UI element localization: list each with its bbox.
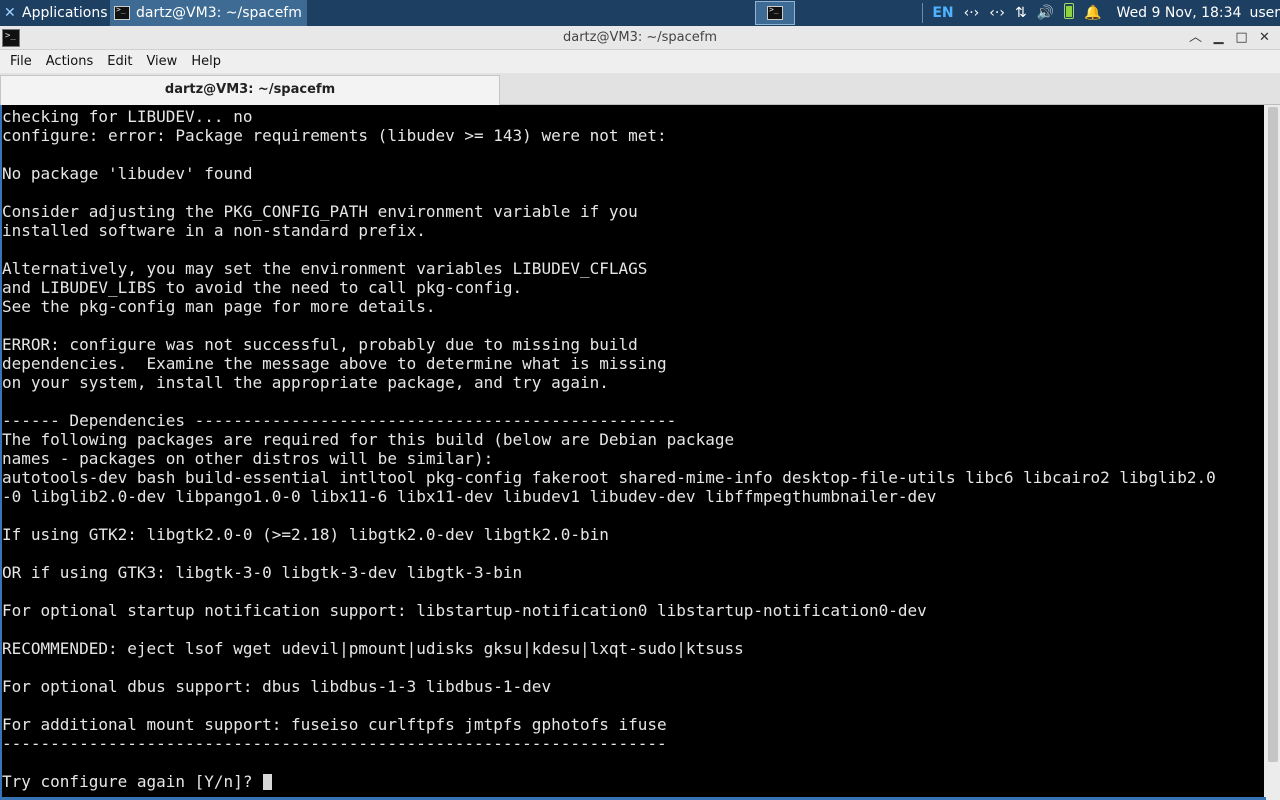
network-icon[interactable]: ‹·›: [964, 5, 980, 21]
top-panel: ✕ Applications dartz@VM3: ~/spacefm EN ‹…: [0, 0, 1280, 26]
terminal-line: For optional startup notification suppor…: [2, 601, 927, 620]
close-button[interactable]: ✕: [1253, 28, 1276, 48]
battery-icon[interactable]: [1064, 3, 1075, 23]
rollup-button[interactable]: ︿: [1184, 28, 1207, 48]
window-titlebar[interactable]: dartz@VM3: ~/spacefm ︿ ▁ □ ✕: [0, 26, 1280, 50]
window-title: dartz@VM3: ~/spacefm: [562, 30, 718, 45]
tab-terminal[interactable]: dartz@VM3: ~/spacefm: [0, 75, 500, 105]
network-transfer-icon[interactable]: ⇅: [1015, 5, 1027, 21]
terminal-line: on your system, install the appropriate …: [2, 373, 609, 392]
menu-actions[interactable]: Actions: [39, 54, 101, 69]
terminal-prompt: Try configure again [Y/n]?: [2, 772, 263, 791]
clock[interactable]: Wed 9 Nov, 18:34: [1117, 5, 1242, 21]
keyboard-layout-indicator[interactable]: EN: [932, 5, 953, 21]
terminal-line: dependencies. Examine the message above …: [2, 354, 667, 373]
applications-label: Applications: [22, 5, 108, 21]
taskbar-item-label: dartz@VM3: ~/spacefm: [136, 5, 302, 21]
terminal-line: and LIBUDEV_LIBS to avoid the need to ca…: [2, 278, 523, 297]
vertical-scrollbar[interactable]: [1264, 105, 1280, 800]
taskbar-item-terminal[interactable]: dartz@VM3: ~/spacefm: [110, 0, 307, 26]
minimize-button[interactable]: ▁: [1207, 28, 1230, 48]
terminal-line: If using GTK2: libgtk2.0-0 (>=2.18) libg…: [2, 525, 609, 544]
menu-file[interactable]: File: [3, 54, 39, 69]
window-controls: ︿ ▁ □ ✕: [1184, 28, 1276, 48]
terminal-line: autotools-dev bash build-essential intlt…: [2, 468, 1216, 487]
system-tray: EN ‹·› ‹·› ⇅ 🔊 🔔 Wed 9 Nov, 18:34 user: [918, 0, 1280, 26]
menu-edit[interactable]: Edit: [100, 54, 139, 69]
terminal-line: For additional mount support: fuseiso cu…: [2, 715, 667, 734]
volume-icon[interactable]: 🔊: [1037, 5, 1054, 21]
terminal-line: The following packages are required for …: [2, 430, 735, 449]
terminal-prompt-line: Try configure again [Y/n]?: [2, 772, 1266, 791]
terminal-line: OR if using GTK3: libgtk-3-0 libgtk-3-de…: [2, 563, 523, 582]
terminal-line: RECOMMENDED: eject lsof wget udevil|pmou…: [2, 639, 744, 658]
terminal-line: ------ Dependencies --------------------…: [2, 411, 677, 430]
menubar: File Actions Edit View Help: [0, 50, 1280, 73]
menu-help[interactable]: Help: [184, 54, 228, 69]
text-cursor: [263, 774, 273, 790]
terminal-line: configure: error: Package requirements (…: [2, 126, 667, 145]
terminal-line: installed software in a non-standard pre…: [2, 221, 426, 240]
applications-menu-button[interactable]: ✕ Applications: [0, 0, 108, 26]
terminal-line: checking for LIBUDEV... no: [2, 107, 253, 126]
terminal-line: Alternatively, you may set the environme…: [2, 259, 648, 278]
terminal-line: ----------------------------------------…: [2, 734, 667, 753]
terminal-line: -0 libglib2.0-dev libpango1.0-0 libx11-6…: [2, 487, 937, 506]
terminal-icon: [114, 5, 130, 20]
notification-bell-icon[interactable]: 🔔: [1084, 5, 1101, 21]
terminal-launcher-button[interactable]: [755, 1, 795, 25]
terminal-line: ERROR: configure was not successful, pro…: [2, 335, 638, 354]
user-menu[interactable]: user: [1249, 5, 1280, 21]
network-icon[interactable]: ‹·›: [989, 5, 1005, 21]
maximize-button[interactable]: □: [1230, 28, 1253, 48]
terminal-line: See the pkg-config man page for more det…: [2, 297, 436, 316]
terminal-line: names - packages on other distros will b…: [2, 449, 494, 468]
menu-view[interactable]: View: [139, 54, 184, 69]
terminal-line: Consider adjusting the PKG_CONFIG_PATH e…: [2, 202, 638, 221]
terminal-line: No package 'libudev' found: [2, 164, 253, 183]
terminal-view[interactable]: checking for LIBUDEV... no configure: err…: [0, 105, 1280, 800]
tab-bar: dartz@VM3: ~/spacefm: [0, 73, 1280, 105]
panel-separator: [922, 3, 924, 23]
terminal-output: checking for LIBUDEV... no configure: err…: [2, 107, 1266, 791]
xfce-logo-icon: ✕: [4, 5, 16, 21]
terminal-line: For optional dbus support: dbus libdbus-…: [2, 677, 552, 696]
scrollbar-thumb[interactable]: [1268, 107, 1278, 762]
terminal-icon: [767, 5, 783, 20]
